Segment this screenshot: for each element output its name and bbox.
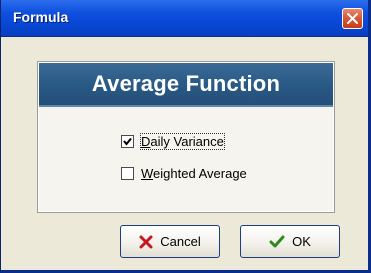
daily-variance-checkbox[interactable] [121,134,134,148]
close-icon [347,13,358,24]
cancel-label: Cancel [160,234,201,249]
daily-variance-label: Daily Variance [140,132,225,150]
weighted-average-label: Weighted Average [141,165,247,181]
panel-title: Average Function [91,71,281,96]
ok-button[interactable]: OK [240,225,340,258]
cancel-button[interactable]: Cancel [120,225,220,258]
window-title: Formula [13,9,69,25]
weighted-average-option[interactable]: Weighted Average [121,164,247,182]
x-icon [139,235,153,248]
ok-label: OK [292,234,311,249]
formula-dialog: Formula Average Function Daily Variance … [0,0,371,273]
options-panel: Average Function Daily Variance Weighted… [37,61,335,213]
weighted-average-checkbox[interactable] [121,166,134,180]
panel-header: Average Function [39,63,333,107]
title-bar[interactable]: Formula [1,0,368,37]
checkmark-icon [269,235,285,247]
daily-variance-option[interactable]: Daily Variance [121,132,225,150]
close-button[interactable] [342,8,363,29]
checkmark-icon [123,137,132,146]
